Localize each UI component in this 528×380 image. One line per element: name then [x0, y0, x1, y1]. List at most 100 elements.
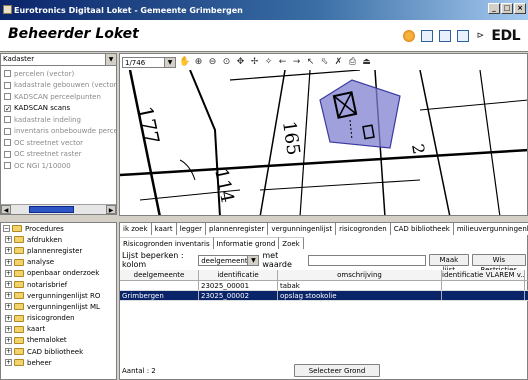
expand-icon[interactable]: +	[5, 314, 12, 322]
column-header[interactable]: omschrijving	[278, 270, 442, 280]
layer-category-select[interactable]: Kadaster ▼	[1, 54, 116, 66]
layer-item[interactable]: ✓ KADSCAN scans	[1, 103, 116, 115]
cell-vlarem	[442, 281, 525, 290]
expand-icon[interactable]: +	[5, 303, 12, 311]
clear-selection-icon[interactable]: ✗	[333, 57, 344, 68]
expand-icon[interactable]: +	[5, 325, 12, 333]
zoom-extent-icon[interactable]: ✥	[235, 57, 246, 68]
layer-item[interactable]: OC NGI 1/10000	[1, 160, 116, 172]
tab-vergunningenlijst[interactable]: vergunningenlijst	[268, 223, 337, 235]
tree-item[interactable]: + themaloket	[1, 335, 116, 346]
tab-plannenregister[interactable]: plannenregister	[206, 223, 269, 235]
expand-icon[interactable]: +	[5, 359, 12, 367]
scale-select[interactable]: 1/746 ▼	[122, 56, 176, 68]
expand-icon[interactable]: +	[5, 348, 12, 356]
tree-item[interactable]: + vergunningenlijst RO	[1, 290, 116, 301]
expand-icon[interactable]: +	[5, 336, 12, 344]
tree-item[interactable]: + kaart	[1, 324, 116, 335]
close-button[interactable]: ×	[514, 3, 526, 14]
center-icon[interactable]: ✧	[263, 57, 274, 68]
tree-root-procedures[interactable]: − Procedures	[1, 223, 116, 234]
previous-view-icon[interactable]: ←	[277, 57, 288, 68]
expand-icon[interactable]: +	[5, 292, 12, 300]
map-viewer[interactable]: 1/746 ▼ ✋ ⊕ ⊖ ⊙ ✥ ✢ ✧ ← → ↖ ⬁ ✗ ⎙ ⏏ 177 …	[119, 53, 528, 216]
layer-item[interactable]: inventaris onbebouwde perce	[1, 126, 116, 138]
maximize-button[interactable]: □	[501, 3, 513, 14]
expand-icon[interactable]: +	[5, 258, 12, 266]
layer-checkbox[interactable]	[4, 93, 11, 101]
layer-item[interactable]: percelen (vector)	[1, 68, 116, 80]
scroll-right-icon[interactable]: ▶	[106, 205, 116, 214]
tree-item[interactable]: + CAD bibliotheek	[1, 346, 116, 357]
layer-item[interactable]: kadastrale indeling	[1, 114, 116, 126]
subtab-risicogronden-inventaris[interactable]: Risicogronden inventaris	[120, 237, 214, 249]
print-icon[interactable]: ⎙	[347, 57, 358, 68]
chevron-down-icon[interactable]: ▼	[247, 255, 259, 265]
document-icon[interactable]	[457, 30, 470, 42]
table-row[interactable]: 23025_00001 tabak	[120, 281, 528, 291]
chevron-down-icon[interactable]: ▼	[164, 57, 175, 67]
layer-item[interactable]: KADSCAN perceelpunten	[1, 91, 116, 103]
layer-item[interactable]: OC streetnet vector	[1, 137, 116, 149]
cadastral-map[interactable]: 177 165 114 2	[120, 70, 528, 216]
tree-item[interactable]: + openbaar onderzoek	[1, 268, 116, 279]
zoom-full-icon[interactable]: ✢	[249, 57, 260, 68]
layer-checkbox[interactable]	[4, 162, 11, 170]
scroll-left-icon[interactable]: ◀	[1, 205, 11, 214]
layer-checkbox[interactable]	[4, 127, 11, 135]
select-polygon-icon[interactable]: ⬁	[319, 57, 330, 68]
column-header[interactable]: deelgemeente	[120, 270, 199, 280]
exit-icon[interactable]: ⊳	[475, 30, 485, 42]
expand-icon[interactable]: +	[5, 236, 12, 244]
minimize-button[interactable]: _	[488, 3, 500, 14]
layer-checkbox-checked[interactable]: ✓	[4, 104, 11, 112]
pan-hand-icon[interactable]: ✋	[179, 57, 190, 68]
tree-item[interactable]: + risicogronden	[1, 313, 116, 324]
download-icon[interactable]	[439, 30, 452, 42]
column-select[interactable]: deelgemeente ▼	[198, 254, 260, 266]
layer-checkbox[interactable]	[4, 116, 11, 124]
next-view-icon[interactable]: →	[291, 57, 302, 68]
zoom-box-icon[interactable]: ⊙	[221, 57, 232, 68]
subtab-informatie-grond[interactable]: Informatie grond	[213, 237, 280, 249]
zoom-in-icon[interactable]: ⊕	[193, 57, 204, 68]
tab-legger[interactable]: legger	[177, 223, 207, 235]
tree-item[interactable]: + vergunningenlijst ML	[1, 301, 116, 312]
expand-icon[interactable]: +	[5, 269, 12, 277]
expand-icon[interactable]: +	[5, 281, 12, 289]
expand-icon[interactable]: +	[5, 247, 12, 255]
tree-item[interactable]: + beheer	[1, 357, 116, 368]
layer-checkbox[interactable]	[4, 139, 11, 147]
make-list-button[interactable]: Maak lijst	[429, 254, 469, 274]
filter-value-input[interactable]	[308, 254, 427, 266]
select-grond-button[interactable]: Selecteer Grond	[294, 364, 380, 377]
layer-checkbox[interactable]	[4, 70, 11, 78]
tab-risicogronden[interactable]: risicogronden	[336, 223, 391, 235]
window-icon[interactable]	[421, 30, 434, 42]
zoom-out-icon[interactable]: ⊖	[207, 57, 218, 68]
column-header[interactable]: identificatie	[199, 270, 278, 280]
layer-checkbox[interactable]	[4, 150, 11, 158]
tab-kaart[interactable]: kaart	[152, 223, 177, 235]
export-icon[interactable]: ⏏	[361, 57, 372, 68]
layer-item[interactable]: kadastrale gebouwen (vector	[1, 80, 116, 92]
subtab-zoek[interactable]: Zoek	[279, 237, 304, 249]
column-header[interactable]: identificatie VLAREM v...	[442, 270, 525, 280]
tab-milieuvergunningenlijst[interactable]: milieuvergunningenlijst	[454, 223, 528, 235]
select-arrow-icon[interactable]: ↖	[305, 57, 316, 68]
tree-item[interactable]: + notarisbrief	[1, 279, 116, 290]
info-icon[interactable]	[403, 30, 416, 42]
layer-checkbox[interactable]	[4, 81, 11, 89]
table-row-selected[interactable]: Grimbergen 23025_00002 opslag stookolie	[120, 291, 528, 301]
collapse-icon[interactable]: −	[3, 225, 10, 233]
scroll-thumb[interactable]	[29, 206, 74, 213]
clear-restrictions-button[interactable]: Wis Restricties	[471, 254, 526, 274]
tab-cad-bibliotheek[interactable]: CAD bibliotheek	[391, 223, 454, 235]
tree-item[interactable]: + plannenregister	[1, 245, 116, 256]
tree-item[interactable]: + analyse	[1, 257, 116, 268]
layer-hscrollbar[interactable]: ◀ ▶	[1, 204, 116, 214]
layer-item[interactable]: OC streetnet raster	[1, 149, 116, 161]
tab-ik-zoek[interactable]: ik zoek	[120, 223, 152, 235]
chevron-down-icon[interactable]: ▼	[105, 54, 116, 65]
tree-item[interactable]: + afdrukken	[1, 234, 116, 245]
